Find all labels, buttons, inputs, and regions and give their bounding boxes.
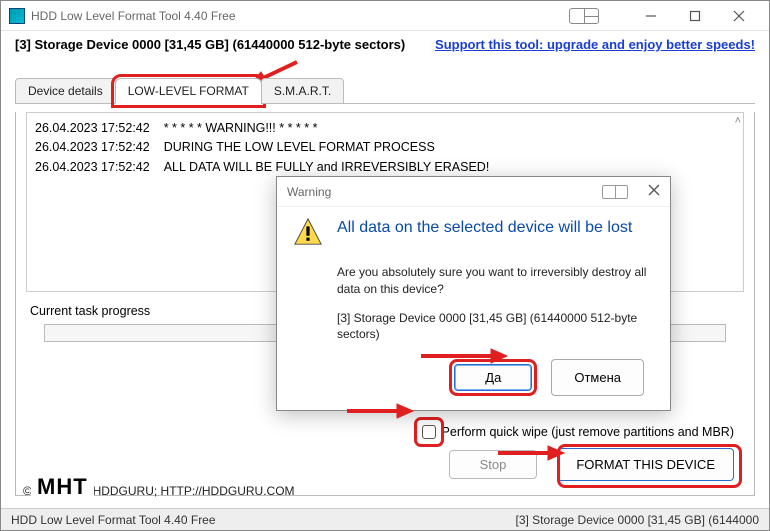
device-header-text: [3] Storage Device 0000 [31,45 GB] (6144…	[15, 37, 405, 52]
dialog-headline: All data on the selected device will be …	[337, 219, 632, 237]
statusbar-right: [3] Storage Device 0000 [31,45 GB] (6144…	[516, 513, 760, 527]
dialog-title: Warning	[287, 185, 331, 199]
minimize-button[interactable]	[629, 2, 673, 30]
annotation-highlight: Да	[449, 359, 537, 396]
dialog-cancel-button[interactable]: Отмена	[551, 359, 644, 396]
app-icon	[9, 8, 25, 24]
log-line-2: DURING THE LOW LEVEL FORMAT PROCESS	[164, 138, 435, 157]
mht-watermark: MHT	[31, 472, 94, 502]
tab-low-level-format[interactable]: LOW-LEVEL FORMAT	[115, 78, 262, 104]
log-timestamp: 26.04.2023 17:52:42	[35, 158, 150, 177]
log-timestamp: 26.04.2023 17:52:42	[35, 138, 150, 157]
dialog-yes-button[interactable]: Да	[454, 364, 532, 391]
warning-icon	[293, 217, 323, 250]
dialog-text: Are you absolutely sure you want to irre…	[337, 264, 654, 298]
dialog-close-button[interactable]	[648, 184, 660, 199]
statusbar-left: HDD Low Level Format Tool 4.40 Free	[11, 513, 216, 527]
tab-device-details[interactable]: Device details	[15, 78, 116, 104]
annotation-highlight	[414, 417, 444, 447]
maximize-button[interactable]	[673, 2, 717, 30]
support-link[interactable]: Support this tool: upgrade and enjoy bet…	[435, 37, 755, 52]
warning-dialog: Warning All data on the selected device …	[276, 176, 671, 411]
quick-wipe-label: Perform quick wipe (just remove partitio…	[442, 425, 734, 439]
close-button[interactable]	[717, 2, 761, 30]
log-line-3: ALL DATA WILL BE FULLY and IRREVERSIBLY …	[164, 158, 490, 177]
log-timestamp: 26.04.2023 17:52:42	[35, 119, 150, 138]
stop-button[interactable]: Stop	[449, 450, 538, 479]
snap-layouts-icon[interactable]	[569, 8, 599, 24]
status-bar: HDD Low Level Format Tool 4.40 Free [3] …	[1, 508, 769, 530]
device-header: [3] Storage Device 0000 [31,45 GB] (6144…	[1, 31, 769, 60]
dialog-titlebar: Warning	[277, 177, 670, 207]
format-this-device-button[interactable]: FORMAT THIS DEVICE	[557, 448, 734, 481]
button-row: Stop FORMAT THIS DEVICE	[449, 448, 734, 481]
window-titlebar: HDD Low Level Format Tool 4.40 Free	[1, 1, 769, 31]
tab-bar: Device details LOW-LEVEL FORMAT S.M.A.R.…	[1, 76, 769, 104]
snap-layouts-icon[interactable]	[602, 185, 628, 199]
dialog-device-text: [3] Storage Device 0000 [31,45 GB] (6144…	[337, 310, 654, 344]
window-title: HDD Low Level Format Tool 4.40 Free	[31, 9, 236, 23]
quick-wipe-row: Perform quick wipe (just remove partitio…	[422, 425, 734, 439]
log-line-1: * * * * * WARNING!!! * * * * *	[164, 119, 318, 138]
scroll-up-icon[interactable]: ˄	[735, 115, 741, 127]
tab-smart[interactable]: S.M.A.R.T.	[261, 78, 344, 104]
